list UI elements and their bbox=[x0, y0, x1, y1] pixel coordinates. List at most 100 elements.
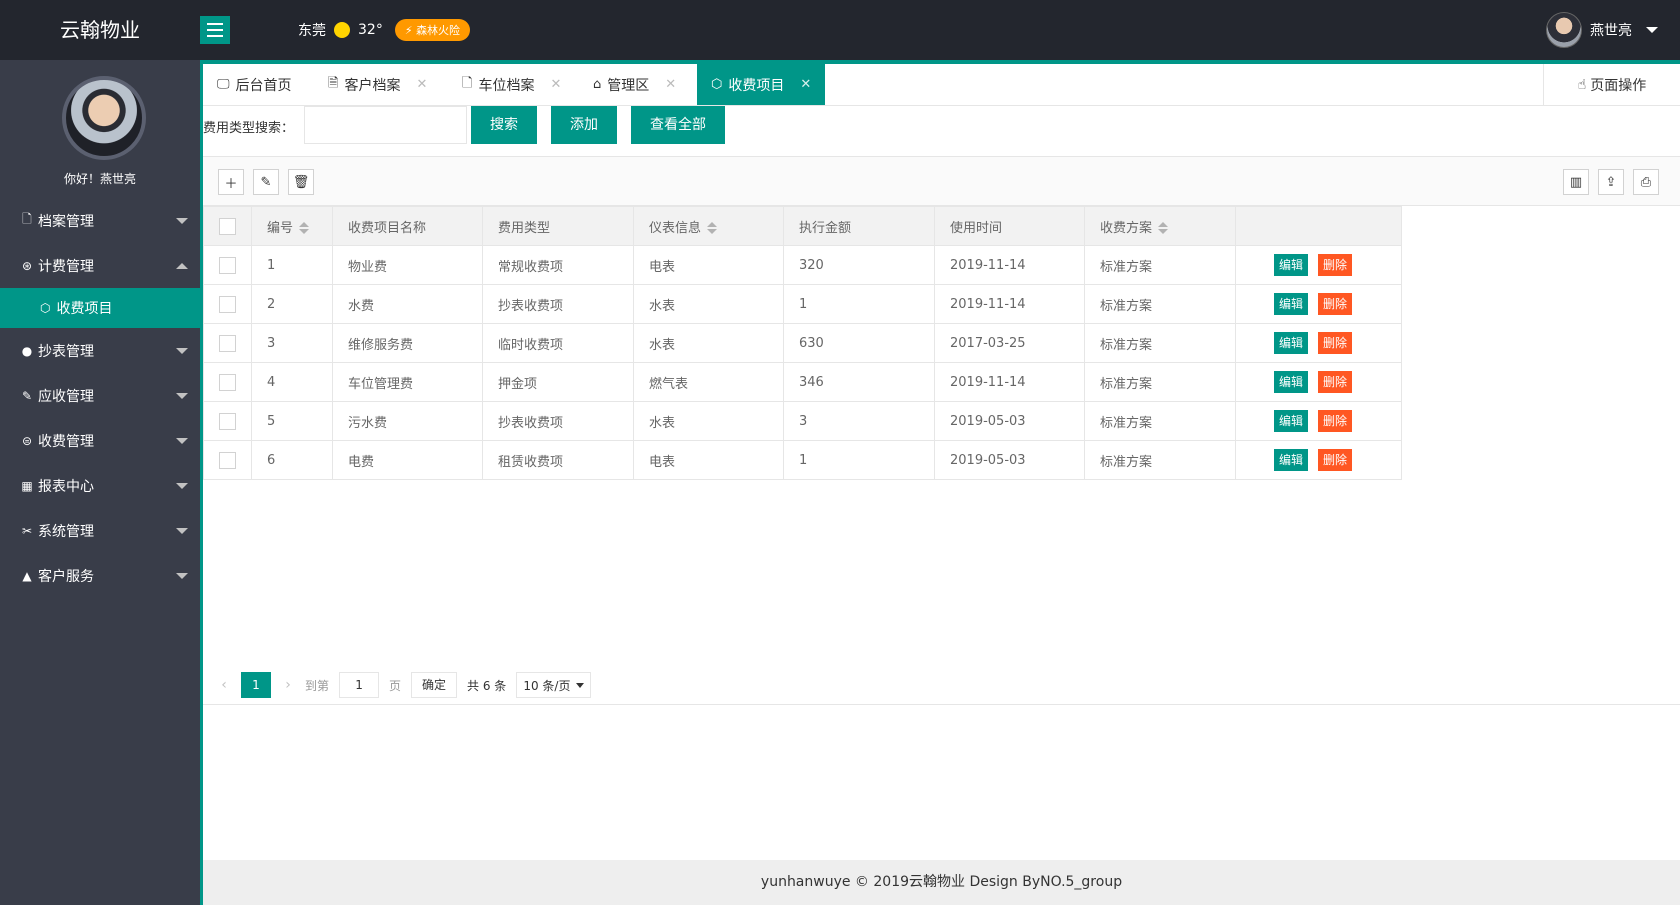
search-button[interactable]: 搜索 bbox=[471, 106, 537, 144]
cell-amount: 630 bbox=[783, 323, 935, 363]
add-row-button[interactable]: ＋ bbox=[218, 169, 244, 195]
table-row[interactable]: 3 维修服务费 临时收费项 水表 630 2017-03-25 标准方案 编辑 删除 bbox=[203, 323, 1402, 363]
sidebar-toggle-button[interactable] bbox=[200, 16, 230, 44]
delete-row-button[interactable]: 🗑 bbox=[288, 169, 314, 195]
cell-name: 车位管理费 bbox=[332, 362, 483, 402]
sidebar-subitem-charge-items[interactable]: ⬡ 收费项目 bbox=[0, 288, 200, 328]
app-logo[interactable]: 云翰物业 bbox=[0, 0, 200, 60]
export-button[interactable]: ⇪ bbox=[1598, 169, 1624, 195]
edit-row-button[interactable]: ✎ bbox=[253, 169, 279, 195]
page-size-select[interactable]: 10 条/页 bbox=[516, 672, 592, 698]
sidebar-item-customer-service[interactable]: ▲ 客户服务 bbox=[0, 553, 200, 598]
edit-button[interactable]: 编辑 bbox=[1274, 410, 1309, 432]
weather-city: 东莞 bbox=[298, 23, 326, 39]
row-checkbox[interactable] bbox=[219, 256, 236, 274]
close-icon[interactable]: ✕ bbox=[550, 77, 561, 92]
delete-button[interactable]: 删除 bbox=[1318, 254, 1353, 276]
page-button-current[interactable]: 1 bbox=[241, 672, 271, 698]
select-all-checkbox[interactable] bbox=[219, 217, 236, 235]
cell-id: 5 bbox=[251, 401, 333, 441]
page-operations-button[interactable]: ☝ 页面操作 bbox=[1543, 64, 1680, 105]
file-icon: 🗋 bbox=[462, 75, 473, 91]
cell-date: 2019-05-03 bbox=[934, 440, 1085, 480]
edit-button[interactable]: 编辑 bbox=[1274, 449, 1309, 471]
sidebar-item-charges[interactable]: ⊜ 收费管理 bbox=[0, 418, 200, 463]
prev-page-icon[interactable]: ‹ bbox=[217, 677, 231, 693]
weather-alert-text: 森林火险 bbox=[416, 24, 461, 37]
sidebar-item-meter-reading[interactable]: ● 抄表管理 bbox=[0, 328, 200, 373]
cell-name: 物业费 bbox=[332, 245, 483, 285]
tab-dashboard[interactable]: 🖵 后台首页 bbox=[203, 64, 306, 105]
page-unit-label: 页 bbox=[389, 678, 402, 693]
table-row[interactable]: 2 水费 抄表收费项 水表 1 2019-11-14 标准方案 编辑 删除 bbox=[203, 284, 1402, 324]
row-select-cell bbox=[203, 362, 252, 402]
view-all-button[interactable]: 查看全部 bbox=[631, 106, 725, 144]
edit-button[interactable]: 编辑 bbox=[1274, 254, 1309, 276]
sidebar-item-archives[interactable]: 🗋 档案管理 bbox=[0, 198, 200, 243]
delete-button[interactable]: 删除 bbox=[1318, 293, 1353, 315]
sort-icon[interactable] bbox=[299, 222, 310, 234]
sort-icon[interactable] bbox=[1158, 222, 1169, 234]
col-header-date: 使用时间 bbox=[934, 206, 1085, 246]
table-row[interactable]: 4 车位管理费 押金项 燃气表 346 2019-11-14 标准方案 编辑 删除 bbox=[203, 362, 1402, 402]
cell-fee-type: 抄表收费项 bbox=[482, 401, 634, 441]
cell-amount: 346 bbox=[783, 362, 935, 402]
col-header-plan[interactable]: 收费方案 bbox=[1084, 206, 1236, 246]
tab-parking-archive[interactable]: 🗋 车位档案 ✕ bbox=[448, 64, 575, 105]
sidebar-item-label: 收费管理 bbox=[38, 433, 94, 450]
close-icon[interactable]: ✕ bbox=[665, 77, 676, 92]
chevron-down-icon bbox=[176, 348, 188, 354]
row-checkbox[interactable] bbox=[219, 334, 236, 352]
row-checkbox[interactable] bbox=[219, 373, 236, 391]
delete-button[interactable]: 删除 bbox=[1318, 410, 1353, 432]
top-header: 云翰物业 东莞 32° ⚡ 森林火险 燕世亮 bbox=[0, 0, 1680, 60]
sort-icon[interactable] bbox=[707, 222, 718, 234]
avatar bbox=[1546, 12, 1582, 48]
cell-plan: 标准方案 bbox=[1084, 401, 1236, 441]
sidebar-item-receivables[interactable]: ✎ 应收管理 bbox=[0, 373, 200, 418]
table-row[interactable]: 5 污水费 抄表收费项 水表 3 2019-05-03 标准方案 编辑 删除 bbox=[203, 401, 1402, 441]
weather-widget: 东莞 32° ⚡ 森林火险 bbox=[298, 0, 471, 60]
charge-items-table: 编号 收费项目名称 费用类型 仪表信息 执行金额 使用时间 收费方案 1 物业费常… bbox=[203, 206, 1402, 480]
chevron-down-icon bbox=[1646, 27, 1658, 33]
user-menu[interactable]: 燕世亮 bbox=[1546, 0, 1658, 60]
add-button[interactable]: 添加 bbox=[551, 106, 617, 144]
tab-management-area[interactable]: ⌂ 管理区 ✕ bbox=[579, 64, 690, 105]
delete-button[interactable]: 删除 bbox=[1318, 449, 1353, 471]
columns-filter-button[interactable]: ▥ bbox=[1563, 169, 1589, 195]
goto-confirm-button[interactable]: 确定 bbox=[411, 672, 458, 698]
col-header-id[interactable]: 编号 bbox=[251, 206, 333, 246]
edit-button[interactable]: 编辑 bbox=[1274, 293, 1309, 315]
col-header-fee-type: 费用类型 bbox=[482, 206, 634, 246]
close-icon[interactable]: ✕ bbox=[416, 77, 427, 92]
home-icon: ⌂ bbox=[593, 77, 602, 92]
sidebar-item-billing[interactable]: ⊛ 计费管理 bbox=[0, 243, 200, 288]
col-header-actions bbox=[1235, 206, 1402, 246]
fee-type-search-input[interactable] bbox=[304, 106, 467, 144]
row-checkbox[interactable] bbox=[219, 295, 236, 313]
next-page-icon[interactable]: › bbox=[281, 677, 295, 693]
row-checkbox[interactable] bbox=[219, 451, 236, 469]
delete-button[interactable]: 删除 bbox=[1318, 371, 1353, 393]
tab-charge-items[interactable]: ⬡ 收费项目 ✕ bbox=[697, 64, 826, 105]
edit-button[interactable]: 编辑 bbox=[1274, 332, 1309, 354]
print-button[interactable]: ⎙ bbox=[1633, 169, 1659, 195]
tab-customer-archive[interactable]: 🗎 客户档案 ✕ bbox=[314, 64, 441, 105]
delete-button[interactable]: 删除 bbox=[1318, 332, 1353, 354]
sidebar-item-system[interactable]: ✂ 系统管理 bbox=[0, 508, 200, 553]
table-row[interactable]: 6 电费 租赁收费项 电表 1 2019-05-03 标准方案 编辑 删除 bbox=[203, 440, 1402, 480]
chevron-down-icon bbox=[576, 682, 585, 688]
cell-date: 2019-11-14 bbox=[934, 284, 1085, 324]
row-checkbox[interactable] bbox=[219, 412, 236, 430]
goto-page-input[interactable] bbox=[339, 672, 380, 698]
sidebar-item-reports[interactable]: ▦ 报表中心 bbox=[0, 463, 200, 508]
close-icon[interactable]: ✕ bbox=[800, 77, 811, 92]
edit-button[interactable]: 编辑 bbox=[1274, 371, 1309, 393]
cell-meter: 电表 bbox=[633, 440, 784, 480]
col-header-meter[interactable]: 仪表信息 bbox=[633, 206, 784, 246]
chevron-down-icon bbox=[176, 218, 188, 224]
cell-id: 6 bbox=[251, 440, 333, 480]
weather-alert-badge: ⚡ 森林火险 bbox=[394, 19, 471, 41]
table-row[interactable]: 1 物业费 常规收费项 电表 320 2019-11-14 标准方案 编辑 删除 bbox=[203, 245, 1402, 285]
row-select-cell bbox=[203, 401, 252, 441]
